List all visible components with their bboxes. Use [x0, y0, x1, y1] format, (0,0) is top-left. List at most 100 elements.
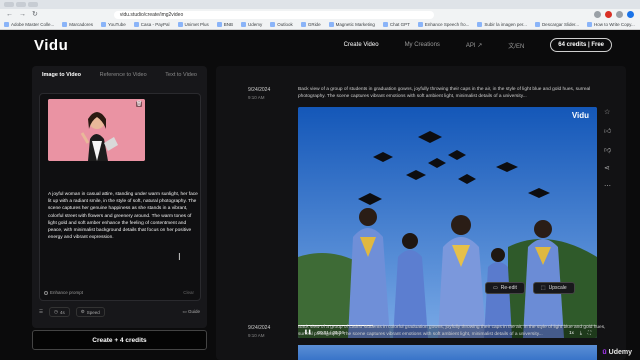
uploaded-image[interactable]: 🗑 [48, 99, 145, 161]
thumbs-down-icon[interactable]: 👎︎ [604, 145, 611, 154]
entry-prompt: Back view of a group of Latino students … [298, 325, 606, 338]
bookmark-favicon-icon [477, 22, 483, 27]
bookmark-favicon-icon [4, 22, 9, 27]
bookmark-favicon-icon [101, 22, 107, 27]
browser-tab[interactable] [16, 2, 26, 7]
bookmark-item[interactable]: GRide [300, 22, 321, 27]
language-icon[interactable]: 文/EN [508, 41, 524, 50]
bookmark-item[interactable]: Adobe Master Colle... [4, 22, 54, 27]
bookmark-favicon-icon [328, 22, 334, 27]
forward-icon[interactable]: → [19, 11, 26, 18]
video-player[interactable] [298, 345, 597, 360]
thumbs-up-icon[interactable]: 👍︎ [604, 126, 611, 135]
mode-tabs: Image to Video Reference to Video Text t… [32, 66, 207, 84]
graduation-scene-image [298, 107, 597, 338]
check-circle-icon [44, 290, 48, 295]
bookmark-item[interactable]: Subir la imagen per... [477, 22, 527, 27]
bookmark-favicon-icon [300, 22, 306, 27]
bookmark-label: Marcadores [69, 22, 94, 27]
bookmarks-bar: Adobe Master Colle... Marcadores YouTube Ca… [0, 20, 640, 30]
speed-select[interactable]: ⚙ Speed [75, 307, 105, 317]
bookmark-label: How to Write Copy... [593, 22, 635, 27]
woman-portrait-image [48, 99, 145, 161]
bookmark-item[interactable]: How to Write Copy... [586, 22, 635, 27]
browser-tabstrip [0, 0, 640, 9]
nav-create-video[interactable]: Create Video [344, 42, 379, 48]
extension-icon[interactable] [594, 11, 601, 18]
bookmark-label: BNB [223, 22, 234, 27]
reedit-button[interactable]: ▭ Re-edit [485, 282, 525, 294]
trash-icon[interactable]: 🗑 [136, 101, 142, 107]
reedit-label: Re-edit [500, 285, 517, 291]
bookmark-item[interactable]: YouTube [101, 22, 126, 27]
vidu-logo[interactable]: Vidu [34, 37, 68, 54]
entry-date: 9/24/2024 [248, 325, 271, 331]
bookmark-item[interactable]: Magnetic Marketing [328, 22, 375, 27]
address-bar[interactable]: vidu.studio/create/img2video [113, 10, 434, 19]
entry-prompt: Back view of a group of students in grad… [298, 87, 591, 100]
speed-label: Speed [86, 309, 100, 315]
back-icon[interactable]: ← [6, 11, 13, 18]
bookmark-item[interactable]: Udemy [241, 22, 262, 27]
bookmark-item[interactable]: Unimet Plus [177, 22, 209, 27]
video-player[interactable]: Vidu ❚❚ 00:01 / 00:04 1x ⤓ ⛶ [298, 107, 597, 338]
udemy-logo-icon: ū [602, 349, 607, 356]
prompt-card[interactable]: 🗑 A joyful woman in casual attire, stand… [39, 93, 201, 301]
vidu-watermark: Vidu [571, 111, 589, 120]
share-icon[interactable]: ⋖ [604, 164, 611, 172]
reload-icon[interactable]: ↻ [32, 11, 38, 18]
app-header: Vidu Create Video My Creations API ↗ 文/E… [0, 30, 640, 60]
bookmark-favicon-icon [534, 22, 540, 27]
enhance-prompt-label: Enhance prompt [50, 290, 84, 295]
speed-icon: ⚙ [80, 309, 85, 314]
tab-text-to-video[interactable]: Text to Video [165, 72, 197, 78]
enhance-prompt-toggle[interactable]: Enhance prompt [44, 290, 83, 295]
nav-api[interactable]: API ↗ [466, 42, 482, 49]
bookmark-item[interactable]: Chat GPT [382, 22, 410, 27]
credits-button[interactable]: 64 credits | Free [550, 38, 612, 52]
create-panel: Image to Video Reference to Video Text t… [32, 66, 207, 328]
video-side-actions: ☆ 👍︎ 👎︎ ⋖ ⋯ [604, 108, 611, 190]
nav-my-creations[interactable]: My Creations [405, 42, 440, 48]
bookmark-label: Magnetic Marketing [335, 22, 375, 27]
duration-select[interactable]: ◷ 4s [49, 307, 70, 317]
bookmark-item[interactable]: Outlook [270, 22, 293, 27]
entry-time: 9:10 AM [248, 333, 265, 338]
browser-tab[interactable] [4, 2, 14, 7]
tab-reference-to-video[interactable]: Reference to Video [100, 72, 147, 78]
upscale-button[interactable]: ⬚ Upscale [532, 282, 575, 294]
bookmark-label: Chat GPT [389, 22, 410, 27]
settings-sliders-icon[interactable]: ☰ [39, 309, 43, 315]
udemy-watermark: ū Udemy [602, 349, 632, 356]
profile-icon[interactable] [627, 11, 634, 18]
udemy-brand-text: Udemy [608, 349, 632, 356]
extension-icon[interactable] [605, 11, 612, 18]
prompt-textarea[interactable]: A joyful woman in casual attire, standin… [48, 191, 200, 241]
bookmark-label: Outlook [277, 22, 293, 27]
bookmark-item[interactable]: Enhance Speech fro... [417, 22, 469, 27]
bookmark-label: YouTube [108, 22, 126, 27]
bookmark-favicon-icon [177, 22, 183, 27]
more-icon[interactable]: ⋯ [604, 182, 611, 190]
bookmark-item[interactable]: BNB [216, 22, 234, 27]
bookmark-label: Unimet Plus [184, 22, 209, 27]
upscale-label: Upscale [548, 285, 567, 291]
entry-time: 9:10 AM [248, 95, 265, 100]
bookmark-label: Descargar Slider... [541, 22, 579, 27]
browser-tab[interactable] [28, 2, 38, 7]
bookmark-item[interactable]: Marcadores [62, 22, 93, 27]
create-button[interactable]: Create + 4 credits [32, 330, 207, 350]
tab-image-to-video[interactable]: Image to Video [42, 72, 81, 78]
star-icon[interactable]: ☆ [604, 108, 611, 116]
clear-button[interactable]: Clear [183, 290, 194, 295]
bookmark-favicon-icon [270, 22, 276, 27]
extension-icon[interactable] [616, 11, 623, 18]
guide-link[interactable]: ▭ Guide [182, 309, 200, 315]
bookmark-favicon-icon [241, 22, 247, 27]
bookmark-item[interactable]: Descargar Slider... [534, 22, 579, 27]
browser-toolbar: ← → ↻ vidu.studio/create/img2video [0, 9, 640, 20]
clock-icon: ◷ [54, 309, 58, 314]
bookmark-item[interactable]: Casa - PayPal [133, 22, 170, 27]
bookmark-label: Adobe Master Colle... [11, 22, 55, 27]
duration-value: 4s [59, 309, 65, 315]
